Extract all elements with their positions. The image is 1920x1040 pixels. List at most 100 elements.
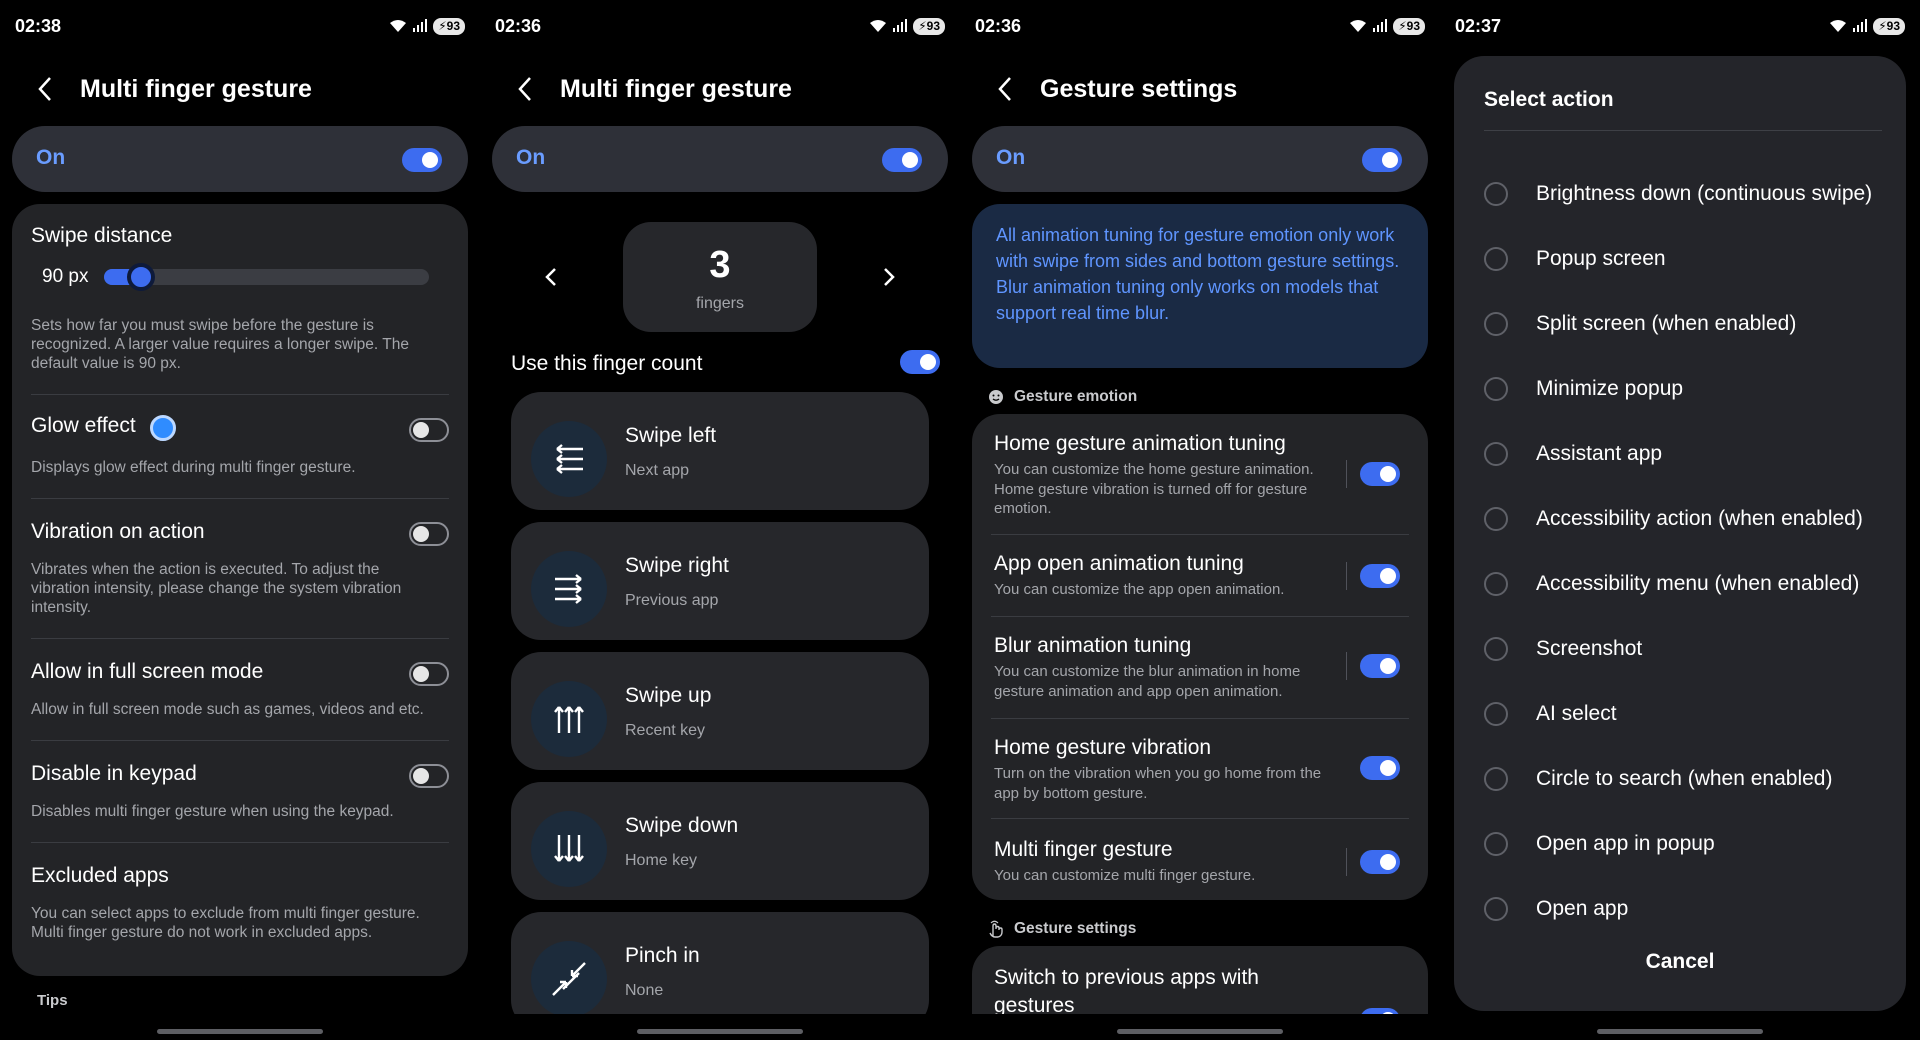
- master-toggle[interactable]: [402, 148, 442, 172]
- gesture-item-swipe-up[interactable]: Swipe up Recent key: [511, 652, 929, 770]
- setting-home-gesture-animation[interactable]: Home gesture animation tuning You can cu…: [994, 432, 1406, 519]
- status-bar: 02:36 ⚡ 93: [975, 14, 1425, 38]
- app-header: Gesture settings: [990, 70, 1237, 108]
- radio-button[interactable]: [1484, 442, 1508, 466]
- setting-desc: Turn on the vibration when you go home f…: [994, 765, 1322, 802]
- gesture-title: Swipe right: [625, 554, 729, 577]
- master-switch-label: On: [516, 146, 546, 169]
- setting-title: Multi finger gesture: [994, 838, 1173, 861]
- action-option[interactable]: Minimize popup: [1484, 369, 1896, 409]
- use-finger-count-toggle[interactable]: [900, 350, 940, 374]
- master-toggle[interactable]: [1362, 148, 1402, 172]
- gesture-item-swipe-left[interactable]: Swipe left Next app: [511, 392, 929, 510]
- master-switch-bar[interactable]: On: [492, 126, 948, 192]
- battery-indicator: ⚡ 93: [1873, 17, 1905, 35]
- setting-title: Blur animation tuning: [994, 634, 1192, 657]
- dialog-title: Select action: [1484, 88, 1614, 111]
- radio-button[interactable]: [1484, 572, 1508, 596]
- keypad-toggle[interactable]: [409, 764, 449, 788]
- home-gesture-animation-toggle[interactable]: [1360, 462, 1400, 486]
- action-option[interactable]: Screenshot: [1484, 629, 1896, 669]
- chevron-left-icon[interactable]: [539, 264, 565, 290]
- back-arrow-icon[interactable]: [990, 74, 1020, 104]
- back-arrow-icon[interactable]: [510, 74, 540, 104]
- setting-switch-previous-apps[interactable]: Switch to previous apps with gestures: [994, 964, 1338, 1020]
- action-option[interactable]: Brightness down (continuous swipe): [1484, 174, 1896, 214]
- radio-button[interactable]: [1484, 312, 1508, 336]
- action-option[interactable]: Open app: [1484, 889, 1896, 929]
- action-option[interactable]: Circle to search (when enabled): [1484, 759, 1896, 799]
- radio-button[interactable]: [1484, 637, 1508, 661]
- radio-button[interactable]: [1484, 832, 1508, 856]
- glow-color-swatch[interactable]: [149, 414, 176, 441]
- blur-animation-toggle[interactable]: [1360, 654, 1400, 678]
- action-option[interactable]: AI select: [1484, 694, 1896, 734]
- action-option[interactable]: Accessibility menu (when enabled): [1484, 564, 1896, 604]
- full-screen-toggle[interactable]: [409, 662, 449, 686]
- gesture-item-swipe-down[interactable]: Swipe down Home key: [511, 782, 929, 900]
- divider: [31, 740, 449, 741]
- action-option[interactable]: Open app in popup: [1484, 824, 1896, 864]
- excluded-apps-title[interactable]: Excluded apps: [31, 864, 449, 888]
- cancel-button[interactable]: Cancel: [1454, 950, 1906, 974]
- radio-button[interactable]: [1484, 702, 1508, 726]
- excluded-apps-desc: You can select apps to exclude from mult…: [31, 905, 420, 941]
- page-title: Gesture settings: [1040, 74, 1238, 103]
- setting-desc: You can customize multi finger gesture.: [994, 867, 1256, 884]
- radio-button[interactable]: [1484, 377, 1508, 401]
- action-option[interactable]: Accessibility action (when enabled): [1484, 499, 1896, 539]
- bottom-nav-area: [480, 1014, 960, 1040]
- master-switch-bar[interactable]: On: [972, 126, 1428, 192]
- multi-finger-gesture-toggle[interactable]: [1360, 850, 1400, 874]
- gesture-item-pinch-in[interactable]: Pinch in None: [511, 912, 929, 1030]
- action-option-label: Brightness down (continuous swipe): [1536, 182, 1873, 205]
- master-toggle[interactable]: [882, 148, 922, 172]
- swipe-up-icon: [531, 681, 607, 757]
- chevron-right-icon[interactable]: [875, 264, 901, 290]
- setting-app-open-animation[interactable]: App open animation tuning You can custom…: [994, 552, 1406, 600]
- swipe-distance-desc: Sets how far you must swipe before the g…: [31, 317, 409, 372]
- back-arrow-icon[interactable]: [30, 74, 60, 104]
- gesture-item-swipe-right[interactable]: Swipe right Previous app: [511, 522, 929, 640]
- action-option-label: Assistant app: [1536, 442, 1663, 465]
- action-option[interactable]: Popup screen: [1484, 239, 1896, 279]
- app-header: Multi finger gesture: [30, 70, 312, 108]
- radio-button[interactable]: [1484, 507, 1508, 531]
- radio-button[interactable]: [1484, 897, 1508, 921]
- radio-button[interactable]: [1484, 247, 1508, 271]
- battery-level: 93: [926, 19, 940, 33]
- glow-effect-row[interactable]: Glow effect: [31, 414, 449, 441]
- setting-home-gesture-vibration[interactable]: Home gesture vibration Turn on the vibra…: [994, 736, 1406, 803]
- swipe-distance-slider[interactable]: [104, 263, 429, 291]
- vibration-toggle[interactable]: [409, 522, 449, 546]
- app-open-animation-toggle[interactable]: [1360, 564, 1400, 588]
- setting-blur-animation[interactable]: Blur animation tuning You can customize …: [994, 634, 1406, 701]
- action-option-label: Circle to search (when enabled): [1536, 767, 1833, 790]
- gesture-action: Recent key: [625, 722, 706, 739]
- settings-card: Swipe distance 90 px Sets how far you mu…: [12, 204, 468, 976]
- finger-count-screen: 02:36 ⚡ 93 Multi finger gesture On 3 fing…: [480, 0, 960, 1040]
- radio-button[interactable]: [1484, 767, 1508, 791]
- action-option[interactable]: Assistant app: [1484, 434, 1896, 474]
- divider: [31, 498, 449, 499]
- slider-thumb[interactable]: [127, 263, 155, 291]
- battery-indicator: ⚡ 93: [433, 17, 465, 35]
- master-switch-bar[interactable]: On: [12, 126, 468, 192]
- keypad-title: Disable in keypad: [31, 762, 197, 785]
- finger-count-unit: fingers: [695, 295, 745, 312]
- select-action-dialog: Select action Brightness down (continuou…: [1454, 56, 1906, 1011]
- glow-effect-toggle[interactable]: [409, 418, 449, 442]
- action-option[interactable]: Split screen (when enabled): [1484, 304, 1896, 344]
- divider: [31, 842, 449, 843]
- divider: [991, 818, 1409, 819]
- master-switch-label: On: [36, 146, 66, 169]
- action-option-label: Popup screen: [1536, 247, 1666, 270]
- battery-indicator: ⚡ 93: [1393, 17, 1425, 35]
- finger-count-value: 3: [709, 244, 731, 286]
- battery-level: 93: [1406, 19, 1420, 33]
- action-option-label: AI select: [1536, 702, 1617, 725]
- radio-button[interactable]: [1484, 182, 1508, 206]
- home-gesture-vibration-toggle[interactable]: [1360, 756, 1400, 780]
- setting-multi-finger-gesture[interactable]: Multi finger gesture You can customize m…: [994, 838, 1406, 886]
- swipe-distance-slider-row: 90 px: [42, 263, 429, 291]
